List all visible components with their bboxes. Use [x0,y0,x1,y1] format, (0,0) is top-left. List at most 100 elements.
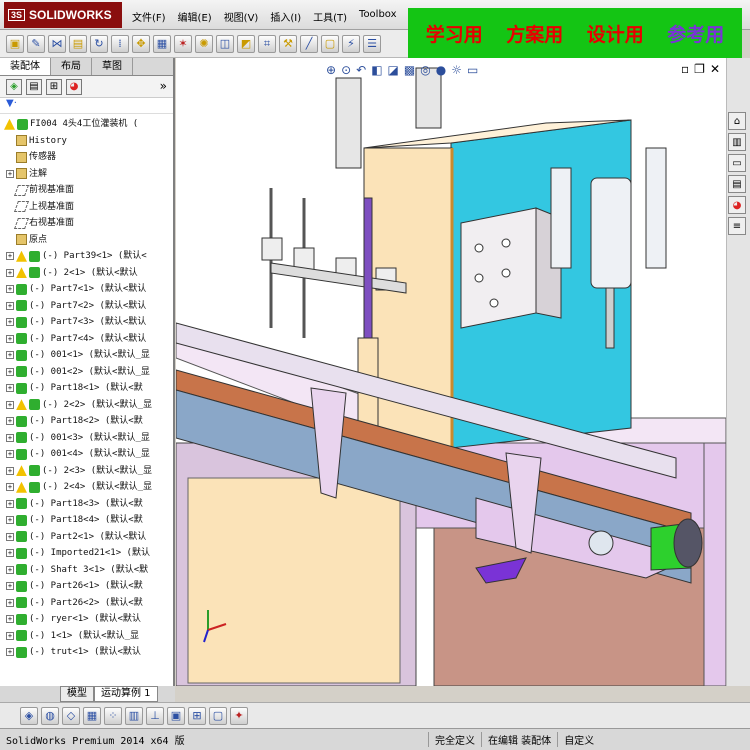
tree-item-fixed[interactable]: 前视基准面 [0,182,173,199]
expand-icon[interactable]: + [6,450,14,459]
view-orientation-icon[interactable]: ◪ [388,63,399,77]
zoom-area-icon[interactable]: ⊙ [341,63,351,77]
tree-item-component[interactable]: + (-) 001<1> (默认<默认_显 [0,347,173,364]
expand-icon[interactable]: + [6,549,14,558]
tree-item-component[interactable]: + (-) Part2<1> (默认<默认 [0,529,173,546]
expand-icon[interactable]: + [6,582,14,591]
minimize-icon[interactable]: ▫ [681,62,689,76]
options-icon[interactable]: ☰ [363,34,381,53]
wireframe-icon[interactable]: ◇ [62,706,80,725]
tree-item-component[interactable]: + (-) 2<2> (默认<默认_显 [0,397,173,414]
tree-item-fixed[interactable]: + 注解 [0,166,173,183]
appearance-color-icon[interactable]: ● [436,63,446,77]
measure-icon[interactable]: ⌗ [258,34,276,53]
close-icon[interactable]: ✕ [710,62,720,76]
tab-motion-study[interactable]: 运动算例 1 [94,686,158,702]
zoom-fit-icon[interactable]: ⊕ [326,63,336,77]
tree-item-component[interactable]: + (-) Part7<1> (默认<默认 [0,281,173,298]
expand-icon[interactable]: + [6,615,14,624]
tab-assembly[interactable]: 装配体 [0,58,51,75]
expand-icon[interactable]: + [6,367,14,376]
expand-icon[interactable]: + [6,648,14,657]
dots-icon[interactable]: ⁘ [104,706,122,725]
tree-item-component[interactable]: + (-) 001<4> (默认<默认_显 [0,446,173,463]
filter-icon[interactable]: ▼· [0,98,173,114]
shaded-icon[interactable]: ◍ [41,706,59,725]
render-icon[interactable]: ✦ [230,706,248,725]
previous-view-icon[interactable]: ↶ [356,63,366,77]
expand-icon[interactable]: + [6,301,14,310]
tree-item-component[interactable]: + (-) Part39<1> (默认< [0,248,173,265]
tree-item-component[interactable]: + (-) Part18<2> (默认<默 [0,413,173,430]
section-icon[interactable]: ◫ [216,34,234,53]
menu-edit[interactable]: 编辑(E) [178,9,212,24]
tree-item-component[interactable]: + (-) ryer<1> (默认<默认 [0,611,173,628]
expand-icon[interactable]: + [6,466,14,475]
library-icon[interactable]: ▥ [728,133,746,151]
display-style-icon[interactable]: ▩ [404,63,415,77]
tree-item-component[interactable]: + (-) Imported21<1> (默认 [0,545,173,562]
tree-item-component[interactable]: + (-) 2<4> (默认<默认_显 [0,479,173,496]
expand-icon[interactable]: + [6,417,14,426]
property-icon[interactable]: ▤ [26,78,42,95]
expand-icon[interactable]: + [6,598,14,607]
pattern-icon[interactable]: ⁞ [111,34,129,53]
tab-sketch[interactable]: 草图 [92,58,133,75]
expand-icon[interactable]: + [6,565,14,574]
menu-view[interactable]: 视图(V) [224,9,259,24]
tree-item-component[interactable]: + (-) Part7<3> (默认<默认 [0,314,173,331]
mate-icon[interactable]: ⋈ [48,34,66,53]
appearance-palette-icon[interactable]: ◕ [728,196,746,214]
expand-icon[interactable]: + [6,516,14,525]
expand-icon[interactable]: + [6,169,14,178]
hide-show-icon[interactable]: ◎ [420,63,430,77]
assembly-icon[interactable]: ▦ [153,34,171,53]
tool-icon[interactable]: ⚒ [279,34,297,53]
custom-properties-icon[interactable]: ≡ [728,217,746,235]
menu-tools[interactable]: 工具(T) [313,9,347,24]
tree-item-component[interactable]: + (-) Shaft 3<1> (默认<默 [0,562,173,579]
solidworks-logo[interactable]: 3S SOLIDWORKS [4,2,122,28]
tree-item-component[interactable]: + (-) Part18<4> (默认<默 [0,512,173,529]
pencil-icon[interactable]: ✎ [27,34,45,53]
table-icon[interactable]: ⊞ [188,706,206,725]
home-icon[interactable]: ⌂ [728,112,746,130]
tree-item-component[interactable]: + (-) Part7<4> (默认<默认 [0,331,173,348]
tree-item-component[interactable]: + (-) 1<1> (默认<默认_显 [0,628,173,645]
move-icon[interactable]: ✥ [132,34,150,53]
expand-icon[interactable]: + [6,433,14,442]
open-icon[interactable]: ▣ [6,34,24,53]
tab-layout[interactable]: 布局 [51,58,92,75]
tree-item-component[interactable]: + (-) 001<2> (默认<默认_显 [0,364,173,381]
grid-icon[interactable]: ▦ [83,706,101,725]
appearance-icon[interactable]: ◕ [66,78,82,95]
view-palette-icon[interactable]: ▤ [728,175,746,193]
component-icon[interactable]: ▤ [69,34,87,53]
hidden-lines-icon[interactable]: ▥ [125,706,143,725]
graphics-viewport[interactable]: ⊕ ⊙ ↶ ◧ ◪ ▩ ◎ ● ☼ ▭ ▫ ❐ ✕ [176,58,726,686]
tree-item-component[interactable]: + (-) Part18<1> (默认<默 [0,380,173,397]
plane-view-icon[interactable]: ⊥ [146,706,164,725]
display-icon[interactable]: ▢ [209,706,227,725]
bolt-icon[interactable]: ⚡ [342,34,360,53]
rotate-icon[interactable]: ↻ [90,34,108,53]
expand-icon[interactable]: + [6,532,14,541]
feature-tree-icon[interactable]: ◈ [6,78,22,95]
tree-item-fixed[interactable]: 原点 [0,232,173,249]
folder-icon[interactable]: ▭ [728,154,746,172]
tree-item-component[interactable]: + (-) Part26<1> (默认<默 [0,578,173,595]
menu-toolbox[interactable]: Toolbox [359,9,397,24]
expand-icon[interactable]: + [6,483,14,492]
section-view-icon[interactable]: ◧ [371,63,382,77]
tree-root[interactable]: FI004 4头4工位灌装机 ( [0,116,173,133]
tree-item-component[interactable]: + (-) 2<3> (默认<默认_显 [0,463,173,480]
menu-insert[interactable]: 插入(I) [270,9,301,24]
restore-icon[interactable]: ❐ [694,62,705,76]
tree-item-fixed[interactable]: History [0,133,173,150]
expand-icon[interactable]: + [6,285,14,294]
tree-item-component[interactable]: + (-) trut<1> (默认<默认 [0,644,173,661]
expand-icon[interactable]: + [6,400,14,409]
expand-icon[interactable]: + [6,351,14,360]
explode-icon[interactable]: ✺ [195,34,213,53]
expand-icon[interactable]: + [6,334,14,343]
